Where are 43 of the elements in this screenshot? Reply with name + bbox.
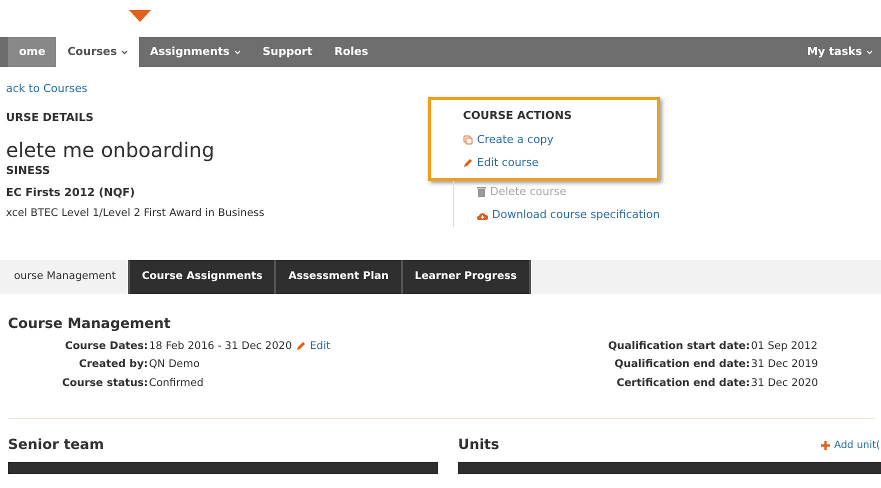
edit-link[interactable]: Edit	[296, 338, 330, 354]
nav-item[interactable]: Assignments	[138, 37, 252, 67]
field-label: Certification end date:	[616, 376, 750, 391]
field-label: Qualification end date:	[614, 357, 750, 372]
edit-action-link[interactable]: Edit course	[463, 152, 617, 174]
tab[interactable]: Course Assignments	[130, 260, 276, 294]
field-value: 01 Sep 2012	[750, 338, 818, 354]
nav-item[interactable]: ome	[8, 37, 56, 67]
pencil-icon	[296, 341, 306, 352]
field-label: Course Dates:	[64, 338, 148, 354]
field-value: 18 Feb 2016 - 31 Dec 2020	[149, 338, 292, 354]
nav-item[interactable]: Roles	[323, 37, 380, 67]
download-action-link[interactable]: Download course specification	[477, 204, 660, 226]
field-label: Qualification start date:	[607, 338, 750, 354]
my-tasks-menu[interactable]: My tasks	[806, 37, 873, 67]
section-heading: Senior team	[8, 436, 105, 455]
field-value: QN Demo	[149, 357, 200, 372]
triangle-marker-icon	[129, 10, 151, 22]
course-framework: EC Firsts 2012 (NQF)	[6, 184, 136, 200]
field-value: 31 Dec 2020	[750, 376, 818, 391]
field-value: Confirmed	[149, 376, 204, 391]
cloud-download-icon	[477, 210, 488, 220]
copy-icon	[463, 135, 473, 145]
trash-icon	[477, 187, 486, 197]
field-label: Course status:	[61, 376, 148, 391]
add-unit-link[interactable]: Add unit(	[821, 438, 880, 453]
course-title: elete me onboarding	[6, 138, 216, 162]
nav-item[interactable]: Courses	[56, 37, 139, 67]
copy-action-link[interactable]: Create a copy	[463, 128, 617, 152]
section-heading: Course Management	[8, 314, 172, 334]
plus-icon	[821, 440, 830, 450]
pencil-icon	[463, 158, 473, 168]
nav-item[interactable]: Support	[252, 37, 324, 67]
field-label: Created by:	[78, 357, 148, 372]
section-heading: COURSE ACTIONS	[463, 108, 573, 124]
field-value: 31 Dec 2019	[750, 357, 818, 372]
section-heading: Units	[458, 436, 500, 455]
course-qualification: xcel BTEC Level 1/Level 2 First Award in Business	[6, 206, 266, 221]
section-heading: URSE DETAILS	[6, 110, 95, 126]
back-link[interactable]: ack to Courses	[6, 81, 426, 98]
tab[interactable]: Learner Progress	[402, 260, 531, 294]
tab[interactable]: Assessment Plan	[276, 260, 403, 294]
course-sector: SINESS	[6, 163, 52, 179]
